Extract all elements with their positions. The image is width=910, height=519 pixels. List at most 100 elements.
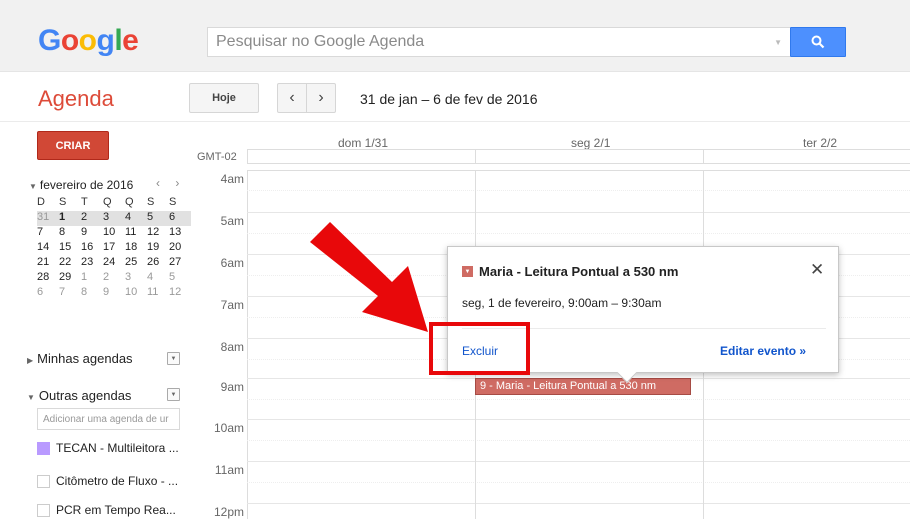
timezone-label: GMT-02: [197, 151, 237, 163]
mini-day[interactable]: 7: [37, 226, 59, 241]
calendar-checkbox[interactable]: [37, 441, 50, 455]
mini-day[interactable]: 1: [81, 271, 103, 286]
mini-day[interactable]: 27: [169, 256, 191, 271]
create-button[interactable]: CRIAR: [37, 131, 109, 160]
mini-day[interactable]: 19: [147, 241, 169, 256]
day-header[interactable]: seg 2/1: [571, 136, 610, 150]
search-dropdown-icon[interactable]: ▼: [774, 38, 782, 47]
weekday-header: D: [37, 196, 45, 208]
time-label: 4am: [220, 172, 244, 186]
google-logo[interactable]: Google: [38, 24, 139, 58]
mini-day[interactable]: 8: [81, 286, 103, 301]
mini-day[interactable]: 9: [81, 226, 103, 241]
weekday-header: T: [81, 196, 88, 208]
calendar-checkbox[interactable]: [37, 474, 50, 488]
time-label: 11am: [214, 463, 244, 477]
time-label: 6am: [220, 256, 244, 270]
mini-calendar-nav[interactable]: ‹ ›: [156, 176, 185, 190]
mini-day[interactable]: 11: [125, 226, 147, 241]
other-calendars-menu-button[interactable]: ▼: [167, 388, 180, 401]
day-header[interactable]: dom 1/31: [338, 136, 388, 150]
mini-calendar-month[interactable]: ▼ fevereiro de 2016: [29, 178, 133, 192]
time-label: 7am: [220, 298, 244, 312]
mini-day[interactable]: 14: [37, 241, 59, 256]
mini-day[interactable]: 5: [147, 211, 169, 226]
calendar-item[interactable]: TECAN - Multileitora ...: [37, 441, 179, 455]
mini-day[interactable]: 5: [169, 271, 191, 286]
mini-day[interactable]: 21: [37, 256, 59, 271]
calendar-item[interactable]: PCR em Tempo Rea...: [37, 503, 176, 517]
prev-week-button[interactable]: ‹: [277, 83, 307, 113]
mini-day[interactable]: 13: [169, 226, 191, 241]
mini-day[interactable]: 4: [147, 271, 169, 286]
mini-calendar-grid: D S T Q Q S S 31 1 2 3 4 5 6 7 8 9 10 11…: [37, 196, 191, 301]
all-day-row[interactable]: [247, 149, 910, 164]
today-button[interactable]: Hoje: [189, 83, 259, 113]
mini-day[interactable]: 3: [125, 271, 147, 286]
add-calendar-input[interactable]: [37, 408, 180, 430]
time-label: 5am: [220, 214, 244, 228]
app-title: Agenda: [38, 86, 114, 111]
mini-day[interactable]: 16: [81, 241, 103, 256]
mini-day[interactable]: 18: [125, 241, 147, 256]
mini-day[interactable]: 2: [81, 211, 103, 226]
mini-day[interactable]: 6: [169, 211, 191, 226]
mini-day[interactable]: 23: [81, 256, 103, 271]
mini-day[interactable]: 11: [147, 286, 169, 301]
mini-day[interactable]: 12: [147, 226, 169, 241]
calendar-event[interactable]: 9 - Maria - Leitura Pontual a 530 nm: [475, 378, 691, 395]
divider: [703, 149, 704, 164]
collapse-arrow-icon: ▼: [29, 182, 37, 191]
event-color-dropdown-icon[interactable]: ▼: [462, 266, 473, 277]
search-box: ▼: [207, 27, 790, 57]
my-calendars-menu-button[interactable]: ▼: [167, 352, 180, 365]
time-label: 12pm: [213, 505, 244, 519]
mini-day[interactable]: 3: [103, 211, 125, 226]
search-input[interactable]: [208, 28, 790, 56]
other-calendars-toggle[interactable]: ▼ Outras agendas: [27, 388, 131, 403]
grid-line: [247, 190, 910, 191]
mini-day[interactable]: 17: [103, 241, 125, 256]
red-arrow-icon: [310, 222, 428, 332]
weekday-header: S: [59, 196, 67, 208]
search-icon: [811, 35, 825, 49]
calendar-checkbox[interactable]: [37, 503, 50, 517]
grid-line: [247, 503, 910, 504]
day-header[interactable]: ter 2/2: [803, 136, 837, 150]
mini-day[interactable]: 24: [103, 256, 125, 271]
close-icon[interactable]: ✕: [810, 260, 824, 280]
date-range: 31 de jan – 6 de fev de 2016: [360, 91, 538, 107]
mini-day[interactable]: 20: [169, 241, 191, 256]
mini-day[interactable]: 7: [59, 286, 81, 301]
search-button[interactable]: [790, 27, 846, 57]
time-label: 10am: [213, 421, 244, 435]
edit-event-link[interactable]: Editar evento »: [720, 344, 806, 358]
mini-day[interactable]: 25: [125, 256, 147, 271]
my-calendars-toggle[interactable]: ▶ Minhas agendas: [27, 351, 133, 366]
calendar-item[interactable]: Citômetro de Fluxo - ...: [37, 474, 178, 488]
next-week-button[interactable]: ›: [306, 83, 336, 113]
mini-day[interactable]: 9: [103, 286, 125, 301]
mini-day[interactable]: 12: [169, 286, 191, 301]
mini-day[interactable]: 6: [37, 286, 59, 301]
weekday-header: S: [169, 196, 177, 208]
grid-line: [247, 482, 910, 483]
divider: [0, 121, 910, 122]
mini-day[interactable]: 31: [37, 211, 59, 226]
mini-day[interactable]: 15: [59, 241, 81, 256]
mini-day[interactable]: 22: [59, 256, 81, 271]
mini-day[interactable]: 1: [59, 211, 81, 226]
grid-line: [247, 440, 910, 441]
mini-day[interactable]: 10: [103, 226, 125, 241]
mini-day[interactable]: 28: [37, 271, 59, 286]
mini-day[interactable]: 29: [59, 271, 81, 286]
highlight-box: [429, 322, 530, 375]
time-label: 9am: [220, 380, 244, 394]
mini-day[interactable]: 26: [147, 256, 169, 271]
divider: [475, 149, 476, 164]
mini-day[interactable]: 8: [59, 226, 81, 241]
mini-day[interactable]: 2: [103, 271, 125, 286]
mini-day[interactable]: 10: [125, 286, 147, 301]
mini-day[interactable]: 4: [125, 211, 147, 226]
grid-line: [247, 419, 910, 420]
